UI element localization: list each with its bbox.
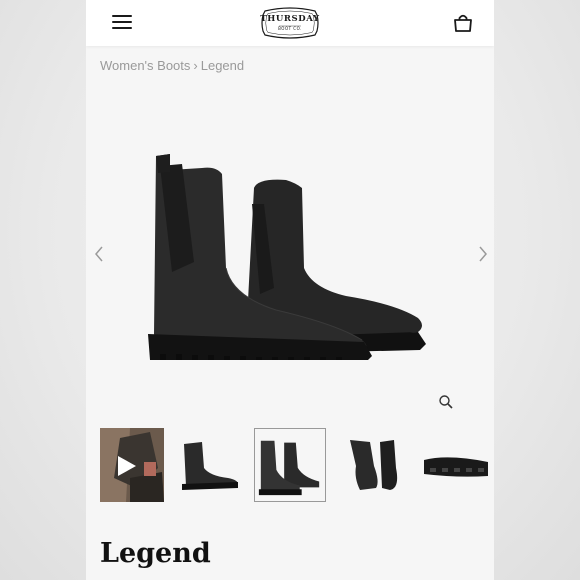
logo-subtext: BOOT CO. bbox=[278, 26, 302, 31]
product-title: Legend bbox=[100, 538, 211, 569]
thumbnail-strip bbox=[100, 428, 494, 502]
top-navbar: THURSDAY BOOT CO. bbox=[86, 0, 494, 46]
brand-logo[interactable]: THURSDAY BOOT CO. bbox=[259, 5, 321, 41]
logo-wordmark: THURSDAY bbox=[260, 14, 320, 24]
product-image-gallery[interactable] bbox=[86, 84, 494, 420]
boot-main-image bbox=[148, 154, 426, 360]
magnifier-icon[interactable] bbox=[438, 394, 454, 410]
thumbnail-front-pair[interactable] bbox=[254, 428, 326, 502]
phone-screen: THURSDAY BOOT CO. Women's Boots›Legend bbox=[86, 0, 494, 580]
chevron-right-icon[interactable] bbox=[476, 244, 490, 264]
thumbnail-video[interactable] bbox=[100, 428, 164, 502]
thumbnail-sole-view[interactable] bbox=[418, 428, 494, 502]
breadcrumb-separator: › bbox=[193, 58, 198, 73]
shopping-bag-icon[interactable] bbox=[452, 12, 474, 34]
hamburger-menu-icon[interactable] bbox=[112, 14, 132, 30]
breadcrumb-current[interactable]: Legend bbox=[201, 58, 244, 73]
thumbnail-side-view[interactable] bbox=[176, 428, 240, 502]
play-icon[interactable] bbox=[112, 452, 140, 480]
breadcrumb-womens-boots[interactable]: Women's Boots bbox=[100, 58, 190, 73]
chevron-left-icon[interactable] bbox=[92, 244, 106, 264]
thumbnail-top-view[interactable] bbox=[340, 428, 404, 502]
breadcrumb: Women's Boots › Legend bbox=[100, 58, 244, 73]
